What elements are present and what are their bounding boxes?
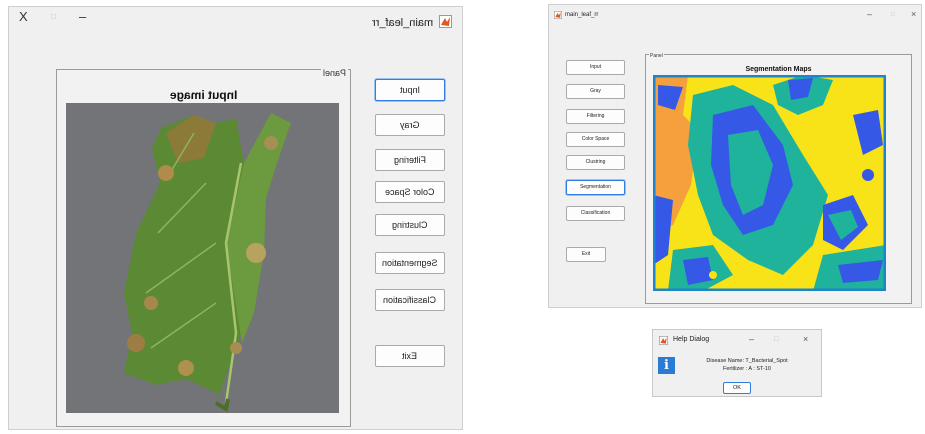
input-button[interactable]: Input: [566, 60, 625, 75]
segmentation-map: [653, 75, 886, 291]
matlab-icon: [554, 11, 562, 19]
exit-button[interactable]: Exit: [375, 345, 445, 367]
minimize-button[interactable]: –: [867, 9, 872, 19]
close-button[interactable]: ×: [803, 334, 808, 344]
classification-button[interactable]: Classification: [566, 206, 625, 221]
leaf-image: [66, 103, 339, 413]
window-title: main_leaf_rr: [372, 13, 452, 29]
clustring-button[interactable]: Clustring: [375, 214, 445, 236]
maximize-button[interactable]: □: [51, 12, 56, 21]
maximize-button[interactable]: □: [891, 12, 895, 18]
color-space-button[interactable]: Color Space: [375, 181, 445, 203]
close-button[interactable]: X: [19, 9, 28, 24]
minimize-button[interactable]: –: [79, 9, 86, 24]
classification-button[interactable]: Classification: [375, 289, 445, 311]
info-icon: i: [658, 357, 675, 374]
window-title: main_leaf_rr: [565, 12, 599, 18]
panel: Panel Segmentation Maps: [645, 53, 912, 304]
segmentation-button[interactable]: Segmentation: [375, 252, 445, 274]
gray-button[interactable]: Gray: [566, 84, 625, 99]
matlab-icon: [439, 15, 452, 28]
gray-button[interactable]: Gray: [375, 114, 445, 136]
exit-button[interactable]: Exit: [566, 247, 606, 262]
left-figure-window: X □ – main_leaf_rr Panel Input image Inp…: [8, 6, 463, 430]
minimize-button[interactable]: –: [749, 334, 754, 344]
right-figure-window: main_leaf_rr – □ × Input Gray Filtering …: [548, 4, 922, 308]
dialog-title: Help Dialog: [673, 336, 710, 343]
panel-label: Panel: [320, 68, 348, 78]
filtering-button[interactable]: Filtering: [375, 149, 445, 171]
disease-name-text: Disease Name: T_Bacterial_Spot: [706, 358, 788, 364]
close-button[interactable]: ×: [911, 9, 916, 19]
fertilizer-text: Fertilizer : A : ST-10: [723, 366, 771, 372]
image-title: Segmentation Maps: [745, 66, 812, 73]
help-dialog: Help Dialog – □ × i Disease Name: T_Bact…: [652, 329, 822, 397]
segmentation-button[interactable]: Segmentation: [566, 180, 625, 195]
filtering-button[interactable]: Filtering: [566, 109, 625, 124]
maximize-button[interactable]: □: [774, 336, 778, 343]
image-title: Input image: [169, 88, 238, 102]
panel: Panel Input image: [56, 68, 351, 427]
input-button[interactable]: Input: [375, 79, 445, 101]
matlab-icon: [659, 336, 668, 345]
ok-button[interactable]: OK: [723, 382, 751, 394]
panel-label: Panel: [649, 53, 664, 59]
clustring-button[interactable]: Clustring: [566, 155, 625, 170]
color-space-button[interactable]: Color Space: [566, 132, 625, 147]
